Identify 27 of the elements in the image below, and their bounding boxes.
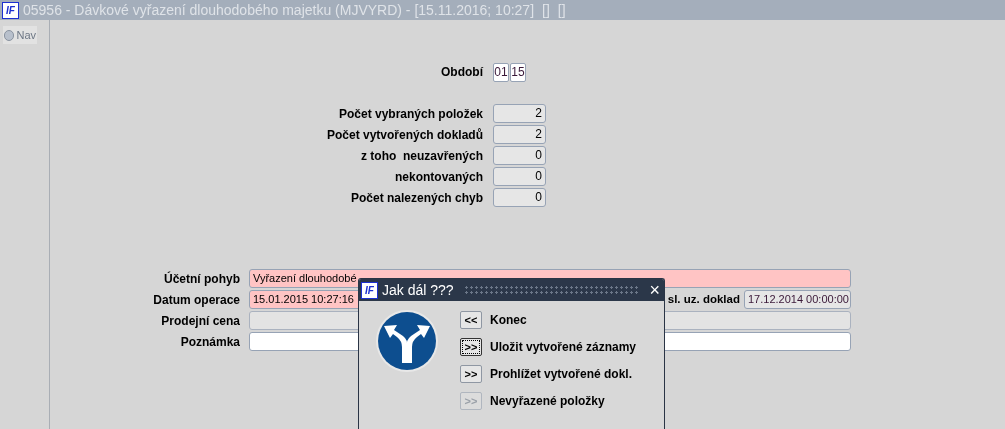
option-label: Konec — [490, 312, 527, 329]
field-label: nekontovaných — [393, 168, 483, 186]
count-field: 2 — [493, 125, 546, 144]
count-field: 2 — [493, 104, 546, 123]
option-label: Prohlížet vytvořené dokl. — [490, 366, 633, 383]
app-logo: IF — [2, 1, 19, 19]
field-label: Poznámka — [179, 333, 240, 351]
field-label: sl. uz. doklad — [667, 291, 740, 307]
window-title: 05956 - Dávkové vyřazení dlouhodobého majetku (MJVYRD) - [15.11.2016; 10:27] — [23, 0, 535, 20]
field-label: Počet vybraných položek — [337, 105, 483, 123]
count-field: 0 — [493, 167, 546, 186]
field-label: Účetní pohyb — [163, 270, 240, 288]
field-label: Prodejní cena — [160, 312, 240, 330]
option-label: Uložit vytvořené záznamy — [490, 339, 637, 356]
field-label: Počet nalezených chyb — [349, 189, 483, 207]
count-field: 0 — [493, 146, 546, 165]
nav-label: Nav — [16, 27, 36, 43]
title-bracket: [] — [557, 0, 566, 20]
date-field: 17.12.2014 00:00:00 — [744, 290, 851, 309]
option-label: Nevyřazené položky — [490, 393, 605, 410]
field-label: z toho neuzavřených — [359, 147, 483, 165]
field-label: Datum operace — [152, 291, 240, 309]
title-bracket: [] — [542, 0, 550, 20]
count-field: 0 — [493, 188, 546, 207]
field-label: Počet vytvořených dokladů — [325, 126, 483, 144]
field-label: Období — [440, 64, 483, 81]
app-logo: IF — [361, 281, 378, 299]
